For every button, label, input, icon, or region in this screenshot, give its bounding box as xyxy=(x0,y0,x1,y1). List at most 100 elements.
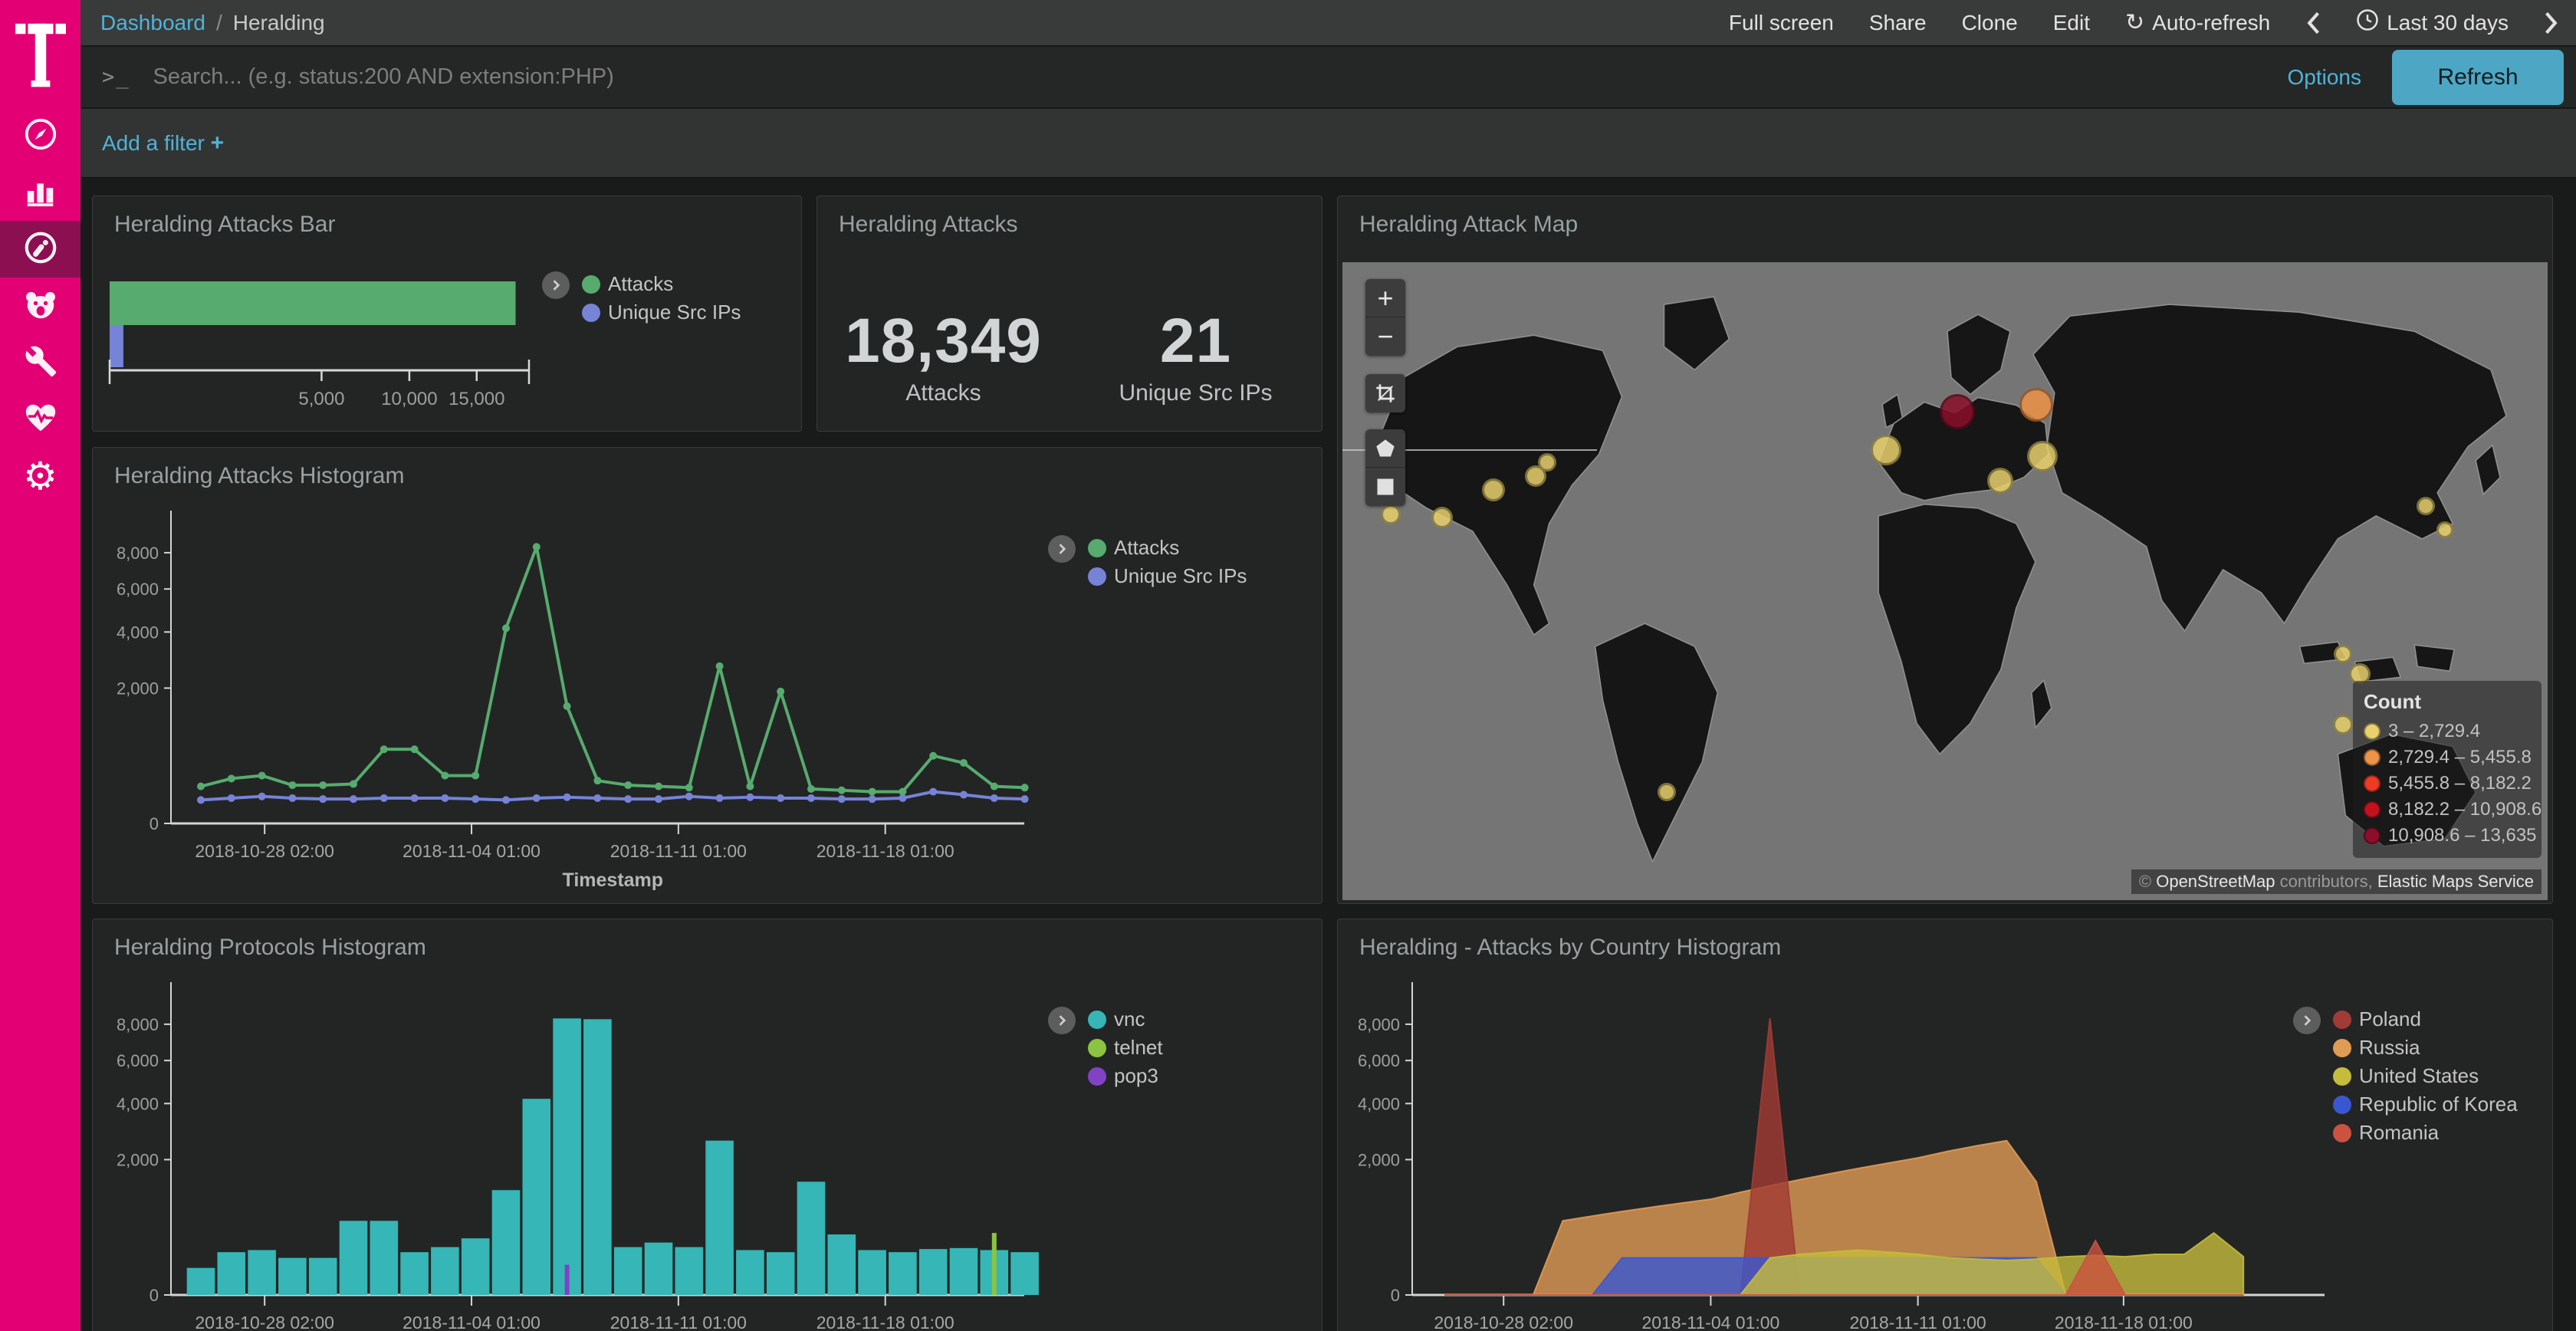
options-link[interactable]: Options xyxy=(2288,65,2362,90)
map-legend-swatch xyxy=(2364,723,2380,740)
svg-text:2018-10-28 02:00: 2018-10-28 02:00 xyxy=(1434,1313,1573,1331)
map-legend-item: 5,455.8 – 8,182.2 xyxy=(2364,771,2531,797)
draw-rectangle-button[interactable] xyxy=(1365,468,1405,506)
legend-item[interactable]: Attacks xyxy=(582,270,741,298)
attack-location-dot xyxy=(2333,715,2353,735)
legend-expand-button[interactable] xyxy=(542,271,570,299)
zoom-out-button[interactable]: − xyxy=(1365,317,1405,356)
legend-item[interactable]: Russia xyxy=(2333,1034,2518,1062)
search-input[interactable] xyxy=(153,64,2265,90)
svg-text:0: 0 xyxy=(150,814,159,833)
draw-polygon-button[interactable] xyxy=(1365,429,1405,468)
sidebar-item-dashboard[interactable] xyxy=(0,221,80,278)
svg-text:2018-11-04 01:00: 2018-11-04 01:00 xyxy=(402,841,540,861)
legend-expand-button[interactable] xyxy=(1048,1007,1076,1034)
svg-text:2018-11-11 01:00: 2018-11-11 01:00 xyxy=(610,1313,747,1331)
metric-label: Attacks xyxy=(817,380,1070,406)
add-filter-button[interactable]: Add a filter + xyxy=(102,130,224,156)
svg-text:10,000: 10,000 xyxy=(381,389,437,409)
panel-title: Heralding Protocols Histogram xyxy=(114,935,426,961)
panel-heralding-protocols-histogram: Heralding Protocols Histogram 02,0004,00… xyxy=(92,919,1322,1331)
legend-item[interactable]: telnet xyxy=(1088,1034,1163,1062)
legend: AttacksUnique Src IPs xyxy=(542,270,741,327)
breadcrumb-dashboard-link[interactable]: Dashboard xyxy=(100,11,205,35)
legend-item[interactable]: Romania xyxy=(2333,1119,2518,1147)
map-legend-label: 3 – 2,729.4 xyxy=(2388,721,2480,742)
full-screen-button[interactable]: Full screen xyxy=(1729,11,1834,35)
legend-label: telnet xyxy=(1114,1036,1163,1060)
terminal-prompt-icon: >_ xyxy=(102,65,130,89)
legend-item[interactable]: Unique Src IPs xyxy=(1088,562,1247,590)
telekom-logo[interactable] xyxy=(0,0,80,107)
topbar: Dashboard / Heralding Full screen Share … xyxy=(80,0,2576,46)
map-legend-swatch xyxy=(2364,827,2380,844)
legend-label: Russia xyxy=(2359,1036,2420,1060)
legend-item[interactable]: United States xyxy=(2333,1062,2518,1090)
map-legend-title: Count xyxy=(2364,690,2531,714)
metric-row: 18,349 Attacks 21 Unique Src IPs xyxy=(817,305,1322,406)
svg-text:15,000: 15,000 xyxy=(449,389,504,409)
attack-location-dot xyxy=(1987,468,2013,494)
telekom-t-icon xyxy=(15,12,66,96)
sidebar-item-tools[interactable] xyxy=(0,334,80,391)
map-canvas[interactable]: + − Count 3 – 2,729.42,729.4 – 5,455.85,… xyxy=(1342,262,2548,900)
attack-location-dot xyxy=(1381,504,1401,524)
sidebar-item-settings[interactable]: ⚙ xyxy=(0,448,80,504)
breadcrumb-current: Heralding xyxy=(233,11,325,35)
metric-label: Unique Src IPs xyxy=(1070,380,1322,406)
legend-item[interactable]: pop3 xyxy=(1088,1062,1163,1090)
map-draw-controls xyxy=(1365,429,1405,506)
legend-swatch xyxy=(1088,1067,1106,1086)
svg-text:2018-11-18 01:00: 2018-11-18 01:00 xyxy=(816,1313,955,1331)
legend-item[interactable]: Republic of Korea xyxy=(2333,1090,2518,1119)
svg-text:6,000: 6,000 xyxy=(117,1051,159,1070)
attack-location-dot xyxy=(1658,783,1676,801)
gear-icon: ⚙ xyxy=(23,457,58,495)
metric-value: 21 xyxy=(1070,305,1322,377)
map-legend-label: 8,182.2 – 10,908.6 xyxy=(2388,799,2542,820)
time-back-button[interactable] xyxy=(2305,11,2321,35)
metric-attacks: 18,349 Attacks xyxy=(817,305,1070,406)
map-attribution: © OpenStreetMap contributors, Elastic Ma… xyxy=(2131,869,2542,894)
svg-text:2,000: 2,000 xyxy=(117,679,159,698)
clone-button[interactable]: Clone xyxy=(1962,11,2018,35)
attack-location-dot xyxy=(1871,435,1901,465)
bar-chart-icon xyxy=(23,173,58,212)
refresh-button[interactable]: Refresh xyxy=(2392,50,2564,105)
elastic-maps-service-link[interactable]: Elastic Maps Service xyxy=(2377,872,2534,891)
map-legend-item: 2,729.4 – 5,455.8 xyxy=(2364,744,2531,771)
bar-chart: 02,0004,0006,0008,0002018-10-28 02:00201… xyxy=(93,964,1151,1331)
legend-item[interactable]: Attacks xyxy=(1088,534,1247,562)
map-legend-swatch xyxy=(2364,801,2380,818)
legend-rows: AttacksUnique Src IPs xyxy=(1088,534,1247,590)
edit-button[interactable]: Edit xyxy=(2053,11,2090,35)
legend-rows: AttacksUnique Src IPs xyxy=(582,270,741,327)
compass-icon xyxy=(23,117,58,156)
auto-refresh-button[interactable]: ↻ Auto-refresh xyxy=(2125,9,2270,36)
share-button[interactable]: Share xyxy=(1869,11,1927,35)
refresh-arrow-icon: ↻ xyxy=(2125,9,2144,36)
svg-text:6,000: 6,000 xyxy=(1358,1051,1400,1070)
zoom-in-button[interactable]: + xyxy=(1365,279,1405,317)
time-forward-button[interactable] xyxy=(2544,11,2559,35)
sidebar-item-visualize[interactable] xyxy=(0,164,80,221)
legend: PolandRussiaUnited StatesRepublic of Kor… xyxy=(2293,1005,2518,1147)
openstreetmap-link[interactable]: OpenStreetMap xyxy=(2156,872,2275,891)
legend-swatch xyxy=(582,304,600,322)
svg-text:2018-10-28 02:00: 2018-10-28 02:00 xyxy=(195,1313,334,1331)
legend-swatch xyxy=(2333,1039,2351,1057)
sidebar-item-monitoring[interactable] xyxy=(0,391,80,448)
svg-text:2,000: 2,000 xyxy=(117,1150,159,1169)
sidebar-item-discover[interactable] xyxy=(0,107,80,164)
sidebar-item-bear[interactable] xyxy=(0,278,80,334)
legend-item[interactable]: Unique Src IPs xyxy=(582,298,741,327)
legend-expand-button[interactable] xyxy=(2293,1007,2321,1034)
legend-item[interactable]: Poland xyxy=(2333,1005,2518,1034)
attack-location-dot xyxy=(1431,507,1453,528)
svg-text:4,000: 4,000 xyxy=(117,1094,159,1113)
crop-button[interactable] xyxy=(1365,374,1405,412)
time-range-picker[interactable]: Last 30 days xyxy=(2356,8,2509,37)
legend-item[interactable]: vnc xyxy=(1088,1005,1163,1034)
map-legend-swatch xyxy=(2364,775,2380,792)
legend-expand-button[interactable] xyxy=(1048,535,1076,563)
